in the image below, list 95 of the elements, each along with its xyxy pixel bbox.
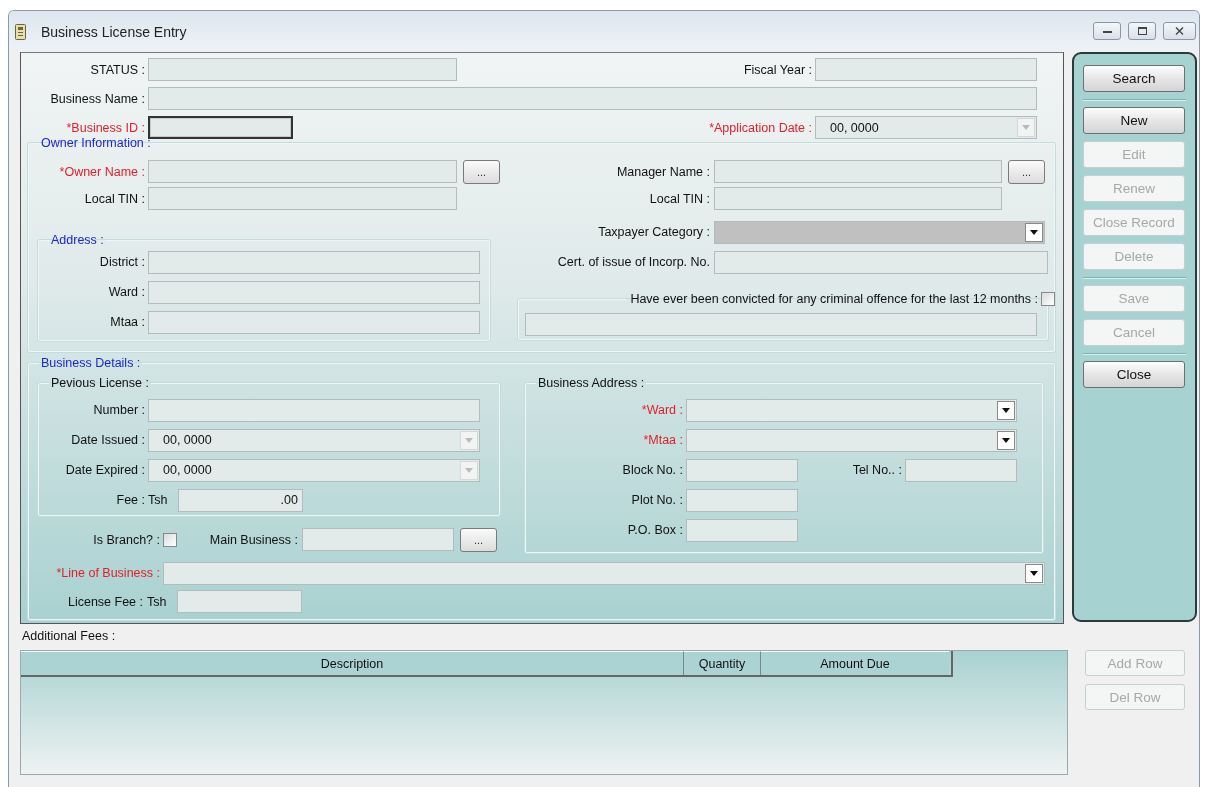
caret-icon: [465, 437, 473, 443]
currency-label: Tsh: [148, 493, 169, 507]
field-value: 00, 0000: [830, 120, 879, 135]
field-label: *Line of Business :: [55, 566, 160, 580]
column-header: Quantity: [684, 651, 761, 675]
maximize-icon: [1137, 27, 1147, 35]
telephone-field[interactable]: [905, 458, 1017, 482]
caret-icon: [1030, 229, 1038, 235]
window-title: Business License Entry: [41, 23, 187, 40]
manager-name-field[interactable]: [714, 160, 1002, 183]
mtaa-field[interactable]: [686, 428, 1017, 452]
license-fee-field[interactable]: [177, 590, 302, 613]
local-tin-field[interactable]: [148, 187, 457, 210]
minimize-button[interactable]: [1093, 22, 1121, 40]
section-title: Business Details :: [40, 356, 142, 370]
ward-field[interactable]: [686, 398, 1017, 422]
dropdown-button[interactable]: [997, 400, 1015, 420]
close-icon: [1175, 27, 1184, 35]
field-label: *Ward :: [640, 403, 683, 417]
field-value: 00, 0000: [163, 463, 212, 477]
field-label: Local TIN :: [648, 191, 710, 206]
minimize-icon: [1102, 29, 1112, 33]
field-label: Have ever been convicted for any criminal offence for the last 12 months :: [630, 292, 1038, 306]
section-title: Owner Information :: [40, 136, 152, 150]
field-label: Manager Name :: [615, 164, 710, 179]
caret-icon: [1030, 570, 1038, 576]
address-field[interactable]: [148, 250, 480, 274]
field-label: *Business ID :: [65, 120, 145, 135]
field-label: Local TIN :: [83, 191, 145, 206]
business-id-field[interactable]: [148, 116, 293, 139]
section-title: Additional Fees :: [21, 629, 117, 644]
close-button[interactable]: [1163, 22, 1196, 40]
browse-button[interactable]: ...: [1008, 159, 1045, 184]
field-label: License Fee :: [66, 594, 143, 609]
local-tin-field[interactable]: [714, 187, 1002, 210]
field-label: Ward :: [107, 285, 145, 299]
address-field[interactable]: [148, 280, 480, 304]
column-header: Amount Due: [761, 651, 949, 675]
caret-icon: [1002, 437, 1010, 443]
checkbox[interactable]: [163, 532, 177, 547]
status-field[interactable]: [148, 58, 457, 81]
field-label: Taxpayer Category :: [597, 225, 710, 239]
line-of-business-field[interactable]: [163, 561, 1045, 585]
block-number-field[interactable]: [686, 458, 798, 482]
plot-number-field[interactable]: [686, 488, 798, 512]
caret-icon: [1002, 407, 1010, 413]
document-icon: [15, 23, 26, 40]
section-title: Business Address :: [537, 376, 646, 390]
fee-field[interactable]: .00: [178, 488, 303, 512]
action-button[interactable]: Search: [1083, 65, 1185, 92]
column-header: Description: [21, 651, 684, 675]
currency-label: Tsh: [147, 594, 168, 609]
field-label: Fee :: [115, 493, 145, 507]
owner-name-field[interactable]: [148, 160, 457, 183]
field-label: Plot No. :: [630, 493, 683, 507]
dropdown-button[interactable]: [997, 430, 1015, 450]
conviction-details-field[interactable]: [525, 313, 1037, 336]
field-label: Mtaa :: [109, 315, 145, 329]
section-title: Address :: [50, 233, 105, 247]
dropdown-button[interactable]: [1025, 563, 1043, 583]
field-label: Date Issued :: [70, 433, 145, 447]
address-field[interactable]: [148, 310, 480, 334]
field-label: P.O. Box :: [626, 523, 683, 537]
action-button[interactable]: Close: [1083, 361, 1185, 388]
taxpayer-category-field[interactable]: [714, 220, 1045, 244]
incorporation-number-field[interactable]: [714, 250, 1048, 274]
field-label: Date Expired :: [64, 463, 145, 477]
fiscal-year-field[interactable]: [815, 58, 1037, 81]
section-title: Pevious License :: [50, 376, 150, 390]
field-label: Number :: [92, 403, 145, 417]
action-button[interactable]: New: [1083, 107, 1185, 134]
checkbox[interactable]: [1041, 292, 1055, 306]
license-number-field[interactable]: [148, 398, 480, 422]
caret-icon: [1022, 125, 1030, 130]
field-label: Tel No.. :: [851, 463, 902, 477]
field-label: *Mtaa :: [642, 433, 683, 447]
caret-icon: [465, 467, 473, 473]
browse-button[interactable]: ...: [460, 527, 497, 552]
field-label: Business Name :: [49, 91, 145, 106]
field-label: Fiscal Year :: [742, 62, 812, 77]
field-label: Cert. of issue of Incorp. No.: [556, 255, 710, 269]
field-label: Main Business :: [208, 532, 298, 547]
field-label: Is Branch? :: [92, 532, 160, 547]
main-business-field[interactable]: [302, 528, 454, 551]
po-box-field[interactable]: [686, 518, 798, 542]
field-label: Block No. :: [621, 463, 683, 477]
field-label: *Application Date :: [708, 120, 812, 135]
field-value: 00, 0000: [163, 433, 212, 447]
maximize-button[interactable]: [1128, 22, 1156, 40]
browse-button[interactable]: ...: [463, 159, 500, 184]
business-name-field[interactable]: [148, 87, 1037, 110]
dropdown-button[interactable]: [1025, 222, 1043, 242]
field-label: *Owner Name :: [58, 164, 145, 179]
field-label: District :: [98, 255, 145, 269]
field-label: STATUS :: [89, 62, 145, 77]
